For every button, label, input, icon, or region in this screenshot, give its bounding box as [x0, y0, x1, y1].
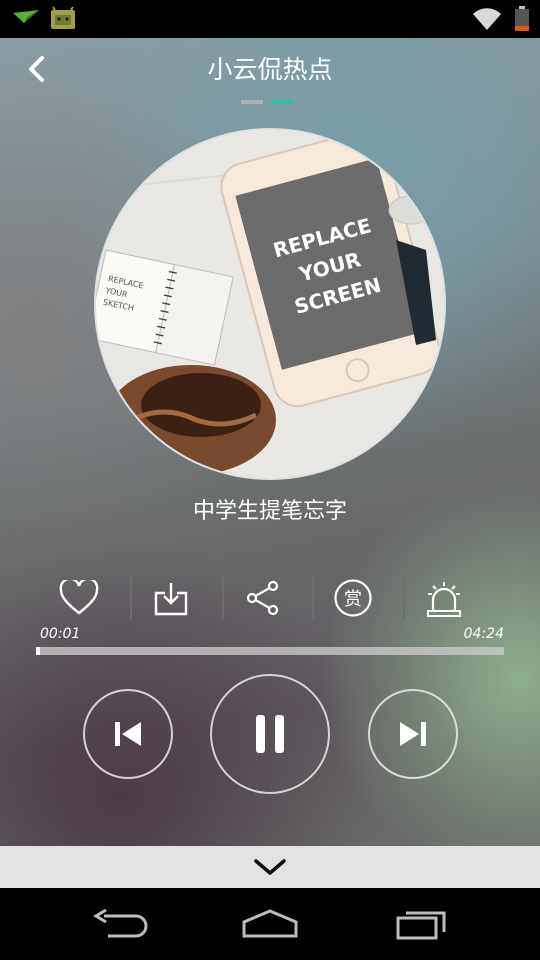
progress-fill [36, 647, 40, 655]
page-title: 小云侃热点 [207, 55, 333, 84]
heart-icon [59, 580, 99, 615]
download-button[interactable] [126, 573, 216, 623]
nav-home-button[interactable] [230, 902, 310, 946]
home-icon [242, 909, 298, 938]
page-indicator-dot-2-active [271, 100, 293, 104]
total-time: 04:24 [463, 626, 504, 642]
reward-button[interactable]: 赏 [308, 573, 398, 623]
collapse-player-button[interactable] [0, 846, 540, 888]
previous-button[interactable] [83, 689, 173, 779]
nav-back-button[interactable] [80, 902, 160, 946]
share-button[interactable] [218, 573, 308, 623]
system-nav-bar [0, 888, 540, 960]
reward-label: 赏 [344, 589, 362, 610]
alarm-button[interactable] [399, 573, 489, 623]
next-button[interactable] [368, 689, 458, 779]
pause-icon [256, 715, 284, 753]
album-art: REPLACE YOUR SKETCH REPLACE YOUR SCREEN [94, 128, 446, 480]
recents-icon [396, 911, 446, 940]
page-indicator-dot-1 [241, 100, 263, 104]
player-screen: 小云侃热点 REPLACE YOUR SKETCH REPLACE YOUR S… [0, 0, 540, 960]
alarm-icon [427, 582, 461, 617]
back-icon [93, 908, 148, 938]
song-title: 中学生提笔忘字 [192, 499, 347, 524]
chevron-down-icon [254, 859, 286, 875]
download-icon [154, 583, 188, 616]
battery-icon [514, 6, 530, 36]
share-icon [246, 580, 279, 616]
like-button[interactable] [34, 573, 124, 623]
top-bar: 小云侃热点 [0, 38, 540, 102]
nav-recents-button[interactable] [382, 902, 462, 946]
elapsed-time: 00:01 [40, 626, 81, 642]
reward-icon: 赏 [334, 579, 372, 617]
android-app-icon [50, 6, 76, 34]
skip-previous-icon [115, 722, 141, 746]
action-bar: 赏 [34, 573, 506, 623]
skip-next-icon [400, 722, 426, 746]
status-bar [0, 0, 540, 38]
wifi-icon [472, 7, 502, 35]
notification-app-icon [12, 7, 40, 33]
pause-button[interactable] [210, 674, 330, 794]
progress-bar[interactable] [36, 647, 504, 655]
